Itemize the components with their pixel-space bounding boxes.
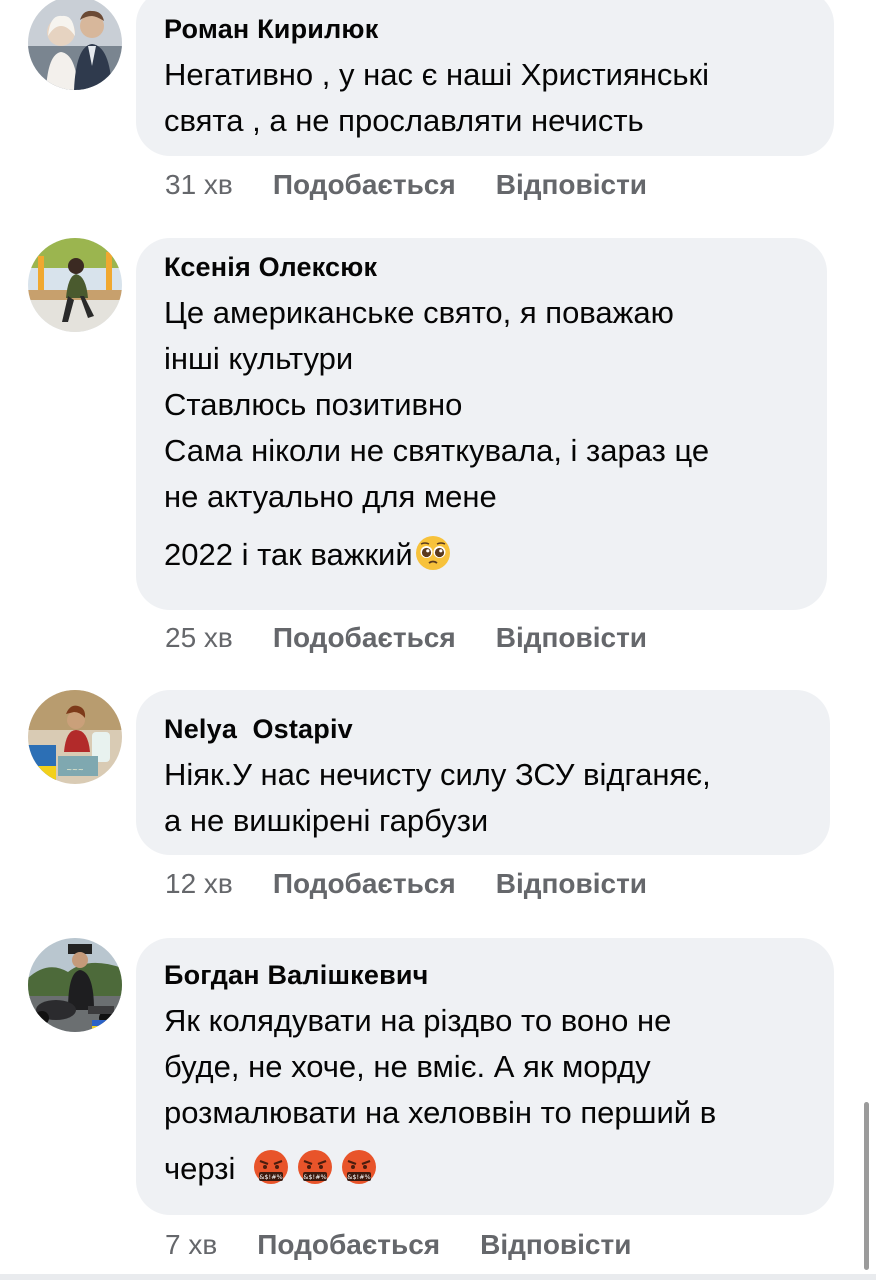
- comment-line: Ніяк.У нас нечисту силу ЗСУ відганяє,: [164, 757, 711, 792]
- comment-actions: 12 хв Подобається Відповісти: [165, 864, 647, 904]
- pleading-face-emoji: [415, 536, 450, 570]
- reply-button[interactable]: Відповісти: [496, 618, 647, 658]
- comment-text-extra: 2022 і так важкий: [164, 532, 799, 578]
- avatar-photo: [28, 938, 122, 1032]
- svg-text:&$!#%: &$!#%: [260, 1173, 283, 1181]
- comment-text: Це американське свято, я поважаю інші ку…: [164, 290, 799, 520]
- comment-time[interactable]: 25 хв: [165, 618, 233, 658]
- reply-button[interactable]: Відповісти: [496, 165, 647, 205]
- avatar-photo: [28, 238, 122, 332]
- comment-line: свята , а не прославляти нечисть: [164, 103, 644, 138]
- comment-line: 2022 і так важкий: [164, 537, 413, 572]
- comment-line: а не вишкірені гарбузи: [164, 803, 489, 838]
- comment-line: буде, не хоче, не вміє. А як морду: [164, 1049, 651, 1084]
- comment-line: Як колядувати на різдво то воно не: [164, 1003, 672, 1038]
- svg-text:&$!#%: &$!#%: [304, 1173, 327, 1181]
- svg-text:&$!#%: &$!#%: [348, 1173, 371, 1181]
- comment-actions: 31 хв Подобається Відповісти: [165, 165, 647, 205]
- comment-bubble: Богдан Валішкевич Як колядувати на різдв…: [136, 938, 834, 1215]
- comment-text: Як колядувати на різдво то воно не буде,…: [164, 998, 806, 1136]
- comment-author[interactable]: Роман Кирилюк: [164, 12, 806, 46]
- avatar[interactable]: [28, 0, 122, 90]
- comment-line: Ставлюсь позитивно: [164, 387, 463, 422]
- like-button[interactable]: Подобається: [273, 864, 456, 904]
- comment-bubble: Роман Кирилюк Негативно , у нас є наші Х…: [136, 0, 834, 156]
- comment-line: Сама ніколи не святкувала, і зараз це: [164, 433, 710, 468]
- comment-author[interactable]: Богдан Валішкевич: [164, 958, 806, 992]
- scrollbar[interactable]: [864, 1102, 869, 1270]
- comment-bubble: Ксенія Олексюк Це американське свято, я …: [136, 238, 827, 610]
- reply-button[interactable]: Відповісти: [496, 864, 647, 904]
- comment-actions: 7 хв Подобається Відповісти: [165, 1225, 631, 1265]
- svg-text:~~~: ~~~: [66, 766, 84, 774]
- comment-line: інші культури: [164, 341, 354, 376]
- comment-author[interactable]: Ксенія Олексюк: [164, 250, 799, 284]
- face-with-symbols-on-mouth-emoji: &$!#%: [254, 1150, 289, 1184]
- comment-author[interactable]: Nelya Ostapiv: [164, 712, 802, 746]
- comment-text: Ніяк.У нас нечисту силу ЗСУ відганяє, а …: [164, 752, 802, 844]
- reply-button[interactable]: Відповісти: [480, 1225, 631, 1265]
- avatar[interactable]: [28, 938, 122, 1032]
- avatar-photo: ~~~: [28, 690, 122, 784]
- comment-line: не актуально для мене: [164, 479, 497, 514]
- avatar[interactable]: [28, 238, 122, 332]
- comment-bubble: Nelya Ostapiv Ніяк.У нас нечисту силу ЗС…: [136, 690, 830, 855]
- comment-text: Негативно , у нас є наші Християнські св…: [164, 52, 806, 144]
- avatar[interactable]: ~~~: [28, 690, 122, 784]
- bottom-divider: [0, 1274, 876, 1280]
- comment-line: черзі: [164, 1151, 236, 1186]
- comment-actions: 25 хв Подобається Відповісти: [165, 618, 647, 658]
- avatar-photo: [28, 0, 122, 90]
- face-with-symbols-on-mouth-emoji: &$!#%: [342, 1150, 377, 1184]
- comment-line: Це американське свято, я поважаю: [164, 295, 674, 330]
- face-with-symbols-on-mouth-emoji: &$!#%: [298, 1150, 333, 1184]
- like-button[interactable]: Подобається: [273, 618, 456, 658]
- like-button[interactable]: Подобається: [257, 1225, 440, 1265]
- comment-line: Негативно , у нас є наші Християнські: [164, 57, 709, 92]
- comment-line: розмалювати на хеловвін то перший в: [164, 1095, 717, 1130]
- like-button[interactable]: Подобається: [273, 165, 456, 205]
- comment-time[interactable]: 12 хв: [165, 864, 233, 904]
- comment-time[interactable]: 7 хв: [165, 1225, 217, 1265]
- comment-time[interactable]: 31 хв: [165, 165, 233, 205]
- comment-text-extra: черзі &$!#% &$!#% &$!#%: [164, 1146, 806, 1192]
